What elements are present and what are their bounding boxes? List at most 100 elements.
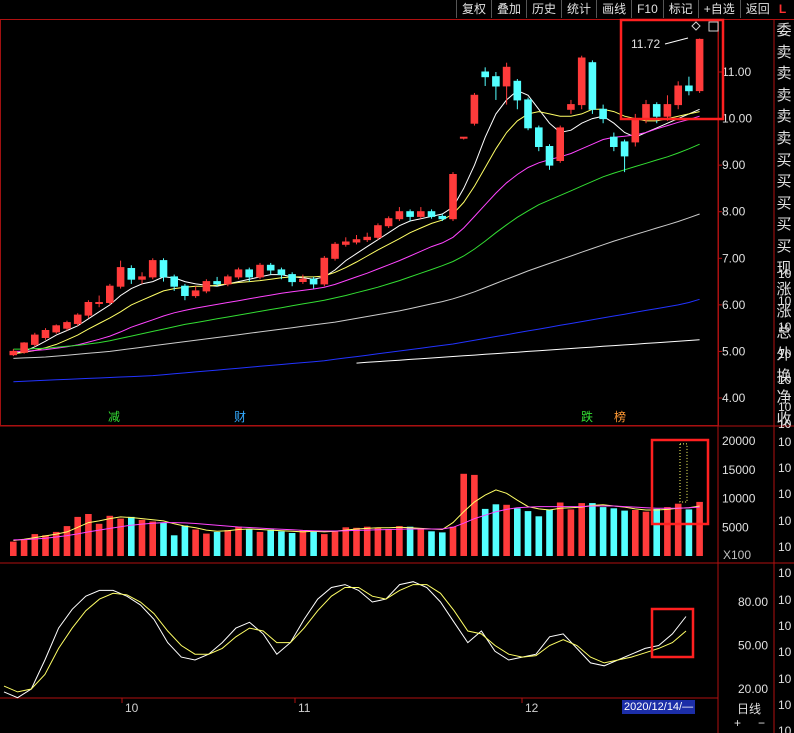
price-tick-label: 6.00	[722, 298, 746, 312]
candle-body	[181, 285, 189, 297]
volume-forecast-outline	[679, 443, 688, 503]
side-label-3[interactable]: 卖	[774, 85, 794, 107]
side-label-1[interactable]: 卖	[774, 42, 794, 64]
date-label: 12	[525, 701, 539, 715]
side-label-18[interactable]: 收	[774, 409, 794, 431]
event-marker-1: 财	[234, 410, 246, 424]
volume-bars[interactable]	[10, 443, 703, 557]
candle-body	[470, 94, 479, 124]
candle-body	[288, 274, 296, 283]
candle-body	[342, 241, 350, 245]
chart-canvas[interactable]: 11.00 10.00 9.00 8.00 7.00 6.00 5.00 4.00 20000 1…	[0, 0, 794, 733]
candle-body	[41, 330, 50, 338]
volume-bar	[106, 515, 114, 557]
candle-body	[374, 225, 382, 238]
date-range-box[interactable]: 2020/12/14/—	[622, 700, 696, 714]
volume-bar	[546, 509, 553, 556]
candle-body	[524, 99, 532, 129]
flag-l[interactable]: L	[775, 0, 790, 18]
side-tick-label: 10	[778, 435, 792, 449]
side-tick-label: 10	[778, 619, 792, 633]
kdj-d-line	[3, 584, 687, 693]
statistics-button[interactable]: 统计	[561, 0, 596, 18]
side-label-12[interactable]: 涨	[774, 279, 794, 301]
side-label-16[interactable]: 换	[774, 366, 794, 388]
side-label-6[interactable]: 买	[774, 150, 794, 172]
price-tick-label: 10.00	[722, 112, 752, 126]
candle-body	[406, 211, 414, 217]
axis-labels: 11.00 10.00 9.00 8.00 7.00 6.00 5.00 4.00 20000 1…	[121, 65, 792, 733]
volume-bar	[74, 516, 81, 556]
zoom-out-button[interactable]: −	[758, 716, 765, 730]
candle-body	[224, 276, 232, 285]
volume-bar	[524, 511, 532, 556]
f10-button[interactable]: F10	[631, 0, 663, 18]
candlestick-series[interactable]	[9, 38, 704, 357]
volume-bar	[10, 541, 17, 556]
event-marker-2: 跌	[581, 409, 593, 424]
period-label[interactable]: 日线	[737, 700, 761, 717]
side-label-5[interactable]: 卖	[774, 128, 794, 150]
volume-bar	[170, 535, 178, 556]
candle-body	[320, 257, 329, 285]
side-label-13[interactable]: 涨	[774, 301, 794, 323]
kdj-tick-label: 20.00	[738, 682, 768, 696]
candle-body	[363, 236, 371, 241]
candle-body	[642, 104, 650, 120]
candle-body	[352, 239, 361, 243]
price-tick-label: 7.00	[722, 251, 746, 265]
candle-body	[116, 267, 125, 287]
candle-body	[106, 285, 114, 304]
kdj-tick-label: 80.00	[738, 595, 768, 609]
side-tick-label: 10	[778, 566, 792, 580]
side-label-10[interactable]: 买	[774, 236, 794, 258]
volume-bar	[299, 530, 307, 556]
volume-tick-label: 15000	[722, 463, 756, 477]
restore-rights-button[interactable]: 复权	[456, 0, 491, 18]
back-button[interactable]: 返回	[739, 0, 775, 18]
candle-body	[620, 141, 629, 157]
zoom-in-button[interactable]: +	[734, 716, 741, 730]
candle-body	[277, 269, 286, 276]
ma-line-5	[13, 298, 700, 383]
candle-body	[685, 85, 693, 92]
draw-line-button[interactable]: 画线	[596, 0, 631, 18]
side-tick-label: 10	[778, 672, 792, 686]
volume-tick-label: 20000	[722, 434, 756, 448]
side-label-7[interactable]: 买	[774, 171, 794, 193]
side-label-4[interactable]: 卖	[774, 106, 794, 128]
candle-body	[610, 136, 618, 147]
side-tick-label: 10	[778, 487, 792, 501]
volume-bar	[310, 531, 317, 556]
candle-body	[84, 302, 93, 316]
side-label-14[interactable]: 总	[774, 322, 794, 344]
candle-body	[191, 290, 200, 297]
price-panel-frame	[0, 19, 719, 426]
diamond-icon	[691, 21, 701, 31]
side-label-9[interactable]: 买	[774, 214, 794, 236]
side-label-11[interactable]: 现	[774, 258, 794, 280]
mark-button[interactable]: 标记	[662, 0, 698, 18]
volume-bar	[149, 521, 156, 556]
candle-body	[588, 62, 597, 110]
side-label-0[interactable]: 委	[774, 20, 794, 42]
volume-bar	[95, 523, 103, 556]
candle-body	[449, 174, 457, 220]
overlay-button[interactable]: 叠加	[491, 0, 526, 18]
side-label-8[interactable]: 买	[774, 193, 794, 215]
add-watchlist-button[interactable]: +自选	[697, 0, 740, 18]
side-label-17[interactable]: 净	[774, 387, 794, 409]
side-label-2[interactable]: 卖	[774, 63, 794, 85]
side-tick-label: 10	[778, 514, 792, 528]
volume-bar	[632, 510, 639, 556]
volume-bar	[385, 529, 392, 556]
candle-body	[545, 146, 554, 166]
volume-bar	[567, 509, 575, 556]
candle-body	[492, 76, 500, 87]
volume-bar	[117, 518, 124, 556]
history-button[interactable]: 历史	[526, 0, 561, 18]
side-quote-panel: 委卖卖卖卖卖买买买买买现涨涨总外换净收	[774, 20, 794, 430]
ma-line-1	[13, 108, 700, 355]
side-label-15[interactable]: 外	[774, 344, 794, 366]
price-tick-label: 11.00	[722, 65, 751, 79]
